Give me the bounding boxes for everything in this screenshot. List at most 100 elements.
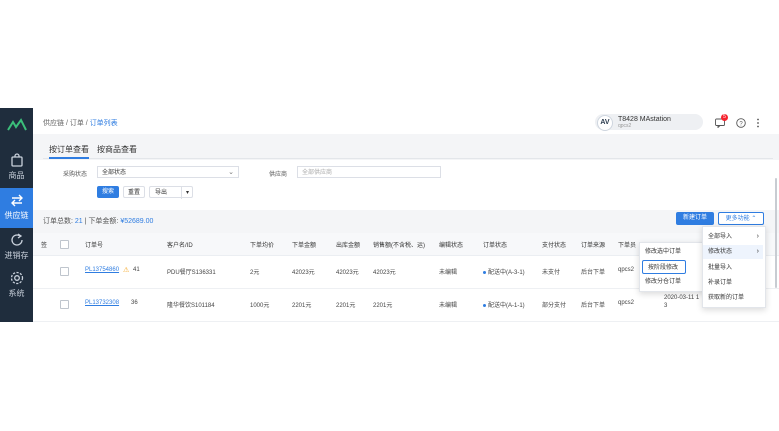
amount-cell: 42023元 [292, 270, 315, 276]
supplier-filter-label: 供应商 [269, 172, 288, 178]
sales-cell: 42023元 [373, 270, 396, 276]
warning-icon: ⚠ [123, 267, 130, 274]
submenu-modify-status: 修改选中订单 按阶段修改 修改分仓订单 [639, 242, 705, 292]
main-content: 供应链 / 订单 / 订单列表 AV T8428 MAstation qpcs2… [33, 108, 779, 322]
source-cell: 后台下单 [581, 270, 606, 276]
column-header: 编辑状态 [439, 243, 464, 249]
status-select[interactable]: 全部状态 ⌄ [97, 166, 239, 178]
brand-logo-icon [7, 118, 27, 131]
column-header[interactable]: 下单金额 [292, 240, 316, 249]
customer-cell: 隆华餐饮S101184 [167, 303, 215, 309]
staff-cell: qpcs2 [618, 300, 635, 306]
caret-down-icon[interactable]: ▾ [180, 187, 189, 199]
chevron-right-icon: › [756, 248, 759, 255]
sales-cell: 2201元 [373, 303, 393, 309]
app-window: 商品 供应链 进销存 系统 供应链 / 订单 / 订单列表 AV T8428 M… [0, 108, 779, 322]
column-header[interactable]: 客户名/ID [167, 240, 193, 249]
menu-item-modify-selected[interactable]: 修改选中订单 [640, 245, 702, 259]
sidebar-item-label: 进销存 [4, 251, 29, 260]
column-header: 订单状态 [483, 243, 508, 249]
column-header: 订单来源 [581, 243, 606, 249]
sidebar-item-label: 商品 [8, 171, 25, 180]
table-row[interactable]: PL13732308 36 隆华餐饮S101184 1000元 2201元 22… [33, 289, 779, 322]
svg-text:?: ? [739, 121, 743, 127]
order-number-link[interactable]: PL13732308 [85, 300, 119, 306]
staff-cell: qpcs2 [618, 267, 635, 273]
user-menu[interactable]: AV T8428 MAstation qpcs2 [595, 114, 703, 131]
more-vertical-icon[interactable] [753, 118, 763, 128]
sidebar-item-products[interactable]: 商品 [0, 148, 33, 188]
status-dot-icon [483, 303, 486, 307]
tab-by-product[interactable]: 按商品查看 [97, 144, 137, 155]
order-count: 21 [74, 218, 83, 225]
sidebar-item-inventory[interactable]: 进销存 [0, 228, 33, 268]
outbound-cell: 2201元 [336, 303, 356, 309]
gear-icon [10, 271, 23, 285]
sidebar: 商品 供应链 进销存 系统 [0, 108, 33, 322]
breadcrumb-item[interactable]: 订单 [70, 120, 84, 127]
amount-cell: 2201元 [292, 303, 312, 309]
column-header[interactable]: 下单均价 [250, 240, 274, 249]
notification-badge: 5 [721, 114, 728, 121]
column-header: 支付状态 [542, 243, 567, 249]
pay-status-cell: 部分支付 [542, 303, 567, 309]
top-bar: 供应链 / 订单 / 订单列表 AV T8428 MAstation qpcs2… [33, 108, 779, 134]
menu-item-fetch-new-orders[interactable]: 获取新的订单 [703, 291, 763, 305]
breadcrumb-item[interactable]: 供应链 [43, 120, 64, 127]
user-account: qpcs2 [618, 123, 632, 129]
search-button[interactable]: 搜索 [97, 186, 119, 198]
supplier-input[interactable]: 全部供应商 [297, 166, 441, 178]
source-cell: 后台下单 [581, 303, 606, 309]
column-header[interactable]: 出库金额 [336, 240, 360, 249]
menu-item-supplement-order[interactable]: 补录订单 [703, 276, 763, 290]
date-cell-wrap: 3 [664, 303, 668, 309]
menu-item-modify-status[interactable]: 修改状态 › [703, 245, 763, 259]
more-functions-button[interactable]: 更多功能 ⌃ [718, 212, 764, 225]
reset-button[interactable]: 重置 [123, 186, 145, 198]
select-all-checkbox[interactable] [60, 240, 69, 249]
new-order-button[interactable]: 新建订单 [676, 212, 714, 225]
chevron-right-icon: › [756, 233, 759, 240]
more-functions-menu: 全部导入 › 修改状态 › 批量导入 补录订单 获取新的订单 [702, 226, 766, 308]
sidebar-item-system[interactable]: 系统 [0, 266, 33, 306]
help-icon[interactable]: ? [736, 118, 746, 128]
row-checkbox[interactable] [60, 267, 69, 276]
edit-status-cell: 未编辑 [439, 270, 458, 276]
user-name: T8428 MAstation [618, 116, 671, 123]
pay-status-cell: 未支付 [542, 270, 561, 276]
menu-item-modify-by-stage[interactable]: 按阶段修改 [642, 260, 686, 274]
scrollbar[interactable] [775, 178, 777, 288]
column-header[interactable]: 订单号 [85, 240, 103, 249]
date-cell: 2020-03-11 1 [664, 295, 700, 301]
avg-price-cell: 2元 [250, 270, 260, 276]
order-amount: ¥52689.00 [120, 218, 154, 225]
menu-item-bulk-import[interactable]: 批量导入 [703, 261, 763, 275]
tab-by-order[interactable]: 按订单查看 [49, 144, 89, 159]
customer-cell: PDU餐厅S136331 [167, 270, 216, 276]
export-button[interactable]: 导出 ▾ [149, 186, 193, 199]
sidebar-item-label: 系统 [8, 289, 25, 298]
order-number-link[interactable]: PL13754860 [85, 267, 119, 273]
order-number-suffix: 36 [131, 300, 138, 306]
breadcrumb: 供应链 / 订单 / 订单列表 [43, 120, 118, 127]
status-dot-icon [483, 270, 486, 274]
chevron-down-icon: ⌄ [228, 169, 234, 176]
shopping-bag-icon [10, 153, 23, 167]
order-status-cell: 配送中(A-1-1) [483, 300, 525, 309]
menu-item-modify-warehouse-order[interactable]: 修改分仓订单 [640, 275, 702, 289]
order-summary: 订单总数: 21 | 下单金额: ¥52689.00 [43, 218, 154, 225]
chevron-up-icon: ⌃ [751, 216, 757, 222]
menu-item-import-all[interactable]: 全部导入 › [703, 230, 763, 244]
order-status-cell: 配送中(A-3-1) [483, 267, 525, 276]
column-header: 签 [41, 243, 48, 249]
breadcrumb-current: 订单列表 [89, 120, 118, 127]
avg-price-cell: 1000元 [250, 303, 270, 309]
sidebar-item-supply-chain[interactable]: 供应链 [0, 188, 33, 228]
row-checkbox[interactable] [60, 300, 69, 309]
column-header[interactable]: 销售额(不含税、运) [373, 240, 425, 249]
filter-panel: 采购状态 全部状态 ⌄ 供应商 全部供应商 搜索 重置 导出 ▾ [33, 160, 779, 210]
view-tabs: 按订单查看 按商品查看 [43, 142, 773, 159]
exchange-arrows-icon [10, 194, 23, 207]
outbound-cell: 42023元 [336, 270, 359, 276]
sidebar-item-label: 供应链 [4, 211, 29, 220]
